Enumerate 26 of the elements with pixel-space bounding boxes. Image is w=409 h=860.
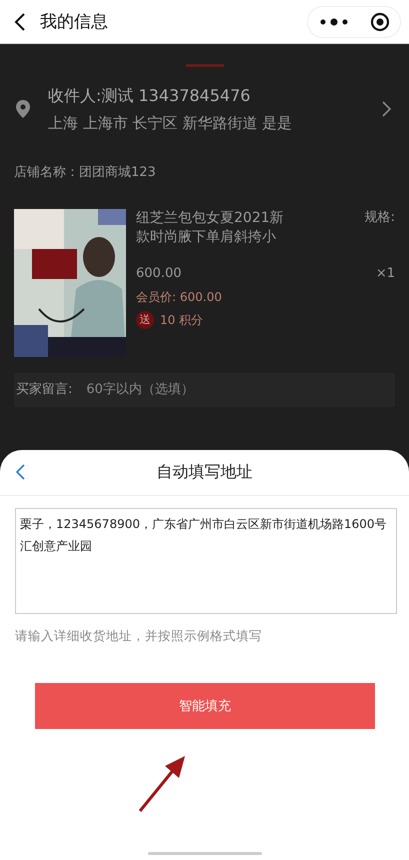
product-price: 600.00 (136, 265, 182, 283)
spec-label: 规格: (364, 209, 395, 227)
recipient-text: 收件人:测试 13437845476 (48, 85, 252, 107)
message-placeholder: 60字以内（选填） (86, 381, 194, 399)
store-name: 店铺名称：团团商城123 (14, 164, 156, 180)
message-label: 买家留言: (16, 381, 72, 399)
member-price: 会员价: 600.00 (136, 288, 223, 305)
points-text: 10 积分 (160, 312, 204, 328)
back-icon (16, 464, 25, 480)
back-icon[interactable] (14, 12, 26, 32)
hint-text: 请输入详细收货地址，并按照示例格式填写 (15, 628, 263, 645)
message-field[interactable]: 买家留言: 60字以内（选填） (14, 373, 395, 407)
product-title: 纽芝兰包包女夏2021新款时尚腋下单肩斜挎小 (136, 209, 285, 248)
close-target-icon (370, 12, 390, 32)
gift-badge: 送 (136, 310, 154, 329)
chevron-right-icon[interactable] (382, 100, 391, 117)
capsule-menu[interactable] (307, 6, 401, 38)
more-icon (318, 18, 348, 26)
location-pin-icon (16, 100, 30, 118)
sheet-title: 自动填写地址 (156, 462, 252, 483)
page-title: 我的信息 (40, 11, 109, 33)
smart-fill-button[interactable]: 智能填充 (35, 683, 375, 729)
address-text: 上海 上海市 长宁区 新华路街道 是是 (48, 112, 294, 133)
back-button[interactable] (14, 462, 27, 482)
address-input-field[interactable]: 栗子，12345678900，广东省广州市白云区新市街道机场路1600号汇创意产业园 (15, 508, 397, 614)
quantity-text: ×1 (376, 265, 395, 283)
